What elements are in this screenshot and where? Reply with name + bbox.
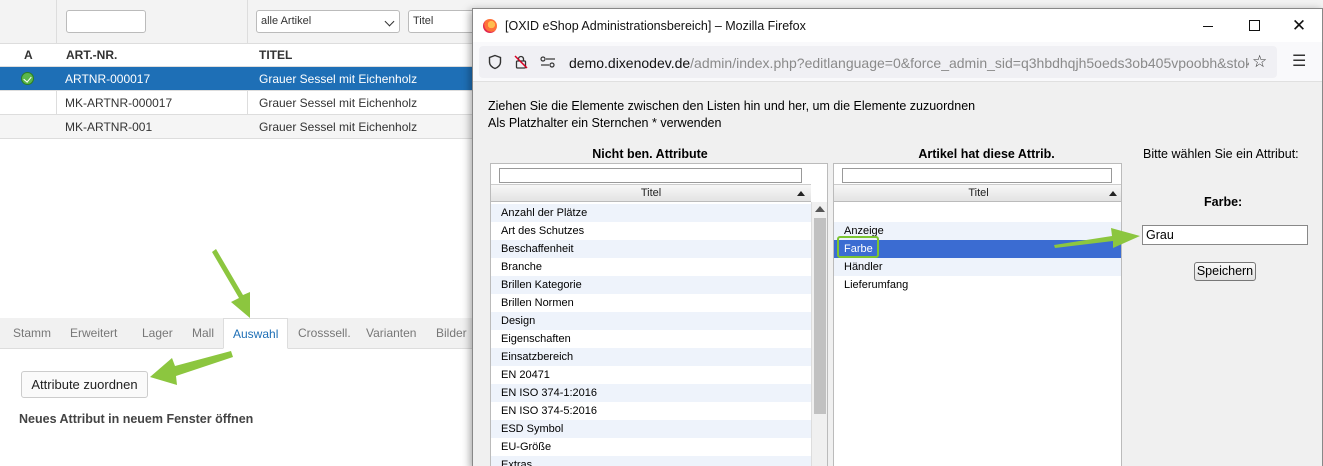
list-item[interactable]: Händler xyxy=(834,258,1121,276)
list-item[interactable]: Anzahl der Plätze xyxy=(491,204,812,222)
list-item[interactable]: Brillen Normen xyxy=(491,294,812,312)
attribute-prompt: Bitte wählen Sie ein Attribut: xyxy=(1143,147,1299,161)
firefox-popup-window: [OXID eShop Administrationsbereich] – Mo… xyxy=(472,8,1323,466)
attribute-name: Farbe xyxy=(1204,195,1239,209)
list-item[interactable]: Einsatzbereich xyxy=(491,348,812,366)
list-item[interactable]: Lieferumfang xyxy=(834,276,1121,294)
right-list-title: Artikel hat diese Attrib. xyxy=(918,147,1055,161)
tab-erweitert[interactable]: Erweitert xyxy=(70,326,117,340)
column-header-active[interactable]: A xyxy=(24,48,33,62)
maximize-button[interactable] xyxy=(1231,9,1277,42)
detail-tabs: Stamm Erweitert Lager Mall Auswahl Cross… xyxy=(0,318,480,349)
sort-ascending-icon xyxy=(1109,191,1117,196)
scrollbar-thumb[interactable] xyxy=(814,218,826,414)
list-item[interactable]: Extras xyxy=(491,456,812,466)
assigned-attributes-list: Titel Anzeige Farbe Händler Lieferumfang xyxy=(833,163,1122,466)
url-field[interactable]: demo.dixenodev.de/admin/index.php?editla… xyxy=(479,46,1277,78)
right-list-filter-input[interactable] xyxy=(842,168,1112,183)
left-list-scrollbar[interactable] xyxy=(811,202,827,466)
window-title: [OXID eShop Administrationsbereich] – Mo… xyxy=(505,19,806,33)
row-title: Grauer Sessel mit Eichenholz xyxy=(259,96,418,110)
minimize-button[interactable] xyxy=(1185,9,1231,42)
firefox-logo-icon xyxy=(483,19,497,33)
assign-attributes-button[interactable]: Attribute zuordnen xyxy=(21,371,148,398)
right-list-column-label: Titel xyxy=(968,187,989,199)
wildcard-hint: Als Platzhalter ein Sternchen * verwende… xyxy=(488,116,722,130)
hamburger-menu-icon[interactable]: ☰ xyxy=(1292,54,1306,70)
list-item[interactable]: Beschaffenheit xyxy=(491,240,812,258)
title-filter-input[interactable]: Titel xyxy=(408,10,478,33)
left-list-title: Nicht ben. Attribute xyxy=(592,147,708,161)
save-button[interactable]: Speichern xyxy=(1194,262,1256,281)
url-domain: demo.dixenodev.de xyxy=(569,55,691,71)
attribute-value-input[interactable]: Grau xyxy=(1142,225,1308,245)
close-window-button[interactable]: ✕ xyxy=(1276,9,1322,42)
tab-crosssell[interactable]: Crosssell. xyxy=(298,326,351,340)
row-artnum: MK-ARTNR-000017 xyxy=(65,96,173,110)
list-item[interactable]: EN ISO 374-1:2016 xyxy=(491,384,812,402)
url-path: /admin/index.php?editlanguage=0&force_ad… xyxy=(690,55,1249,71)
row-title: Grauer Sessel mit Eichenholz xyxy=(259,120,418,134)
tab-bilder[interactable]: Bilder xyxy=(436,326,467,340)
popup-content: Ziehen Sie die Elemente zwischen den Lis… xyxy=(473,82,1322,466)
tab-stamm[interactable]: Stamm xyxy=(13,326,51,340)
tab-varianten[interactable]: Varianten xyxy=(366,326,416,340)
insecure-lock-icon[interactable] xyxy=(513,54,529,70)
column-header-artnum[interactable]: ART.-NR. xyxy=(66,48,117,62)
list-item[interactable]: EN ISO 374-5:2016 xyxy=(491,402,812,420)
artnum-filter-input[interactable] xyxy=(66,10,146,33)
tab-mall[interactable]: Mall xyxy=(192,326,214,340)
bookmark-star-icon[interactable]: ☆ xyxy=(1252,53,1267,70)
list-item[interactable]: Branche xyxy=(491,258,812,276)
tab-auswahl[interactable]: Auswahl xyxy=(223,318,289,349)
row-artnum: MK-ARTNR-001 xyxy=(65,120,153,134)
address-bar: demo.dixenodev.de/admin/index.php?editla… xyxy=(473,42,1322,82)
left-list-column-title[interactable]: Titel xyxy=(491,184,811,202)
url-text: demo.dixenodev.de/admin/index.php?editla… xyxy=(569,55,1249,71)
list-item[interactable]: EN 20471 xyxy=(491,366,812,384)
list-item[interactable]: Art des Schutzes xyxy=(491,222,812,240)
scroll-up-icon[interactable] xyxy=(815,206,825,212)
category-filter-value: alle Artikel xyxy=(261,15,312,27)
list-item[interactable]: Eigenschaften xyxy=(491,330,812,348)
left-list-filter-input[interactable] xyxy=(499,168,802,183)
unassigned-attributes-list: Titel Anzahl der Plätze Art des Schutzes B… xyxy=(490,163,828,466)
column-header-title[interactable]: TITEL xyxy=(259,48,292,62)
row-artnum: ARTNR-000017 xyxy=(65,72,151,86)
attribute-name-label: Farbe: xyxy=(1204,195,1243,209)
new-attribute-link[interactable]: Neues Attribut in neuem Fenster öffnen xyxy=(19,412,253,426)
permissions-icon[interactable] xyxy=(539,54,557,70)
sort-ascending-icon xyxy=(797,191,805,196)
left-list-column-label: Titel xyxy=(640,187,662,199)
row-title: Grauer Sessel mit Eichenholz xyxy=(259,72,418,86)
list-item[interactable]: EU-Größe xyxy=(491,438,812,456)
list-item[interactable]: Brillen Kategorie xyxy=(491,276,812,294)
selected-item-highlight xyxy=(837,236,879,258)
list-item[interactable]: ESD Symbol xyxy=(491,420,812,438)
list-item[interactable]: Design xyxy=(491,312,812,330)
shield-icon[interactable] xyxy=(487,54,503,70)
instruction-text: Ziehen Sie die Elemente zwischen den Lis… xyxy=(488,99,976,113)
chevron-down-icon xyxy=(384,16,395,27)
active-status-icon xyxy=(21,72,34,85)
tab-lager[interactable]: Lager xyxy=(142,326,173,340)
right-list-column-title[interactable]: Titel xyxy=(834,184,1121,202)
category-filter-select[interactable]: alle Artikel xyxy=(256,10,400,33)
window-titlebar: [OXID eShop Administrationsbereich] – Mo… xyxy=(473,9,1322,42)
